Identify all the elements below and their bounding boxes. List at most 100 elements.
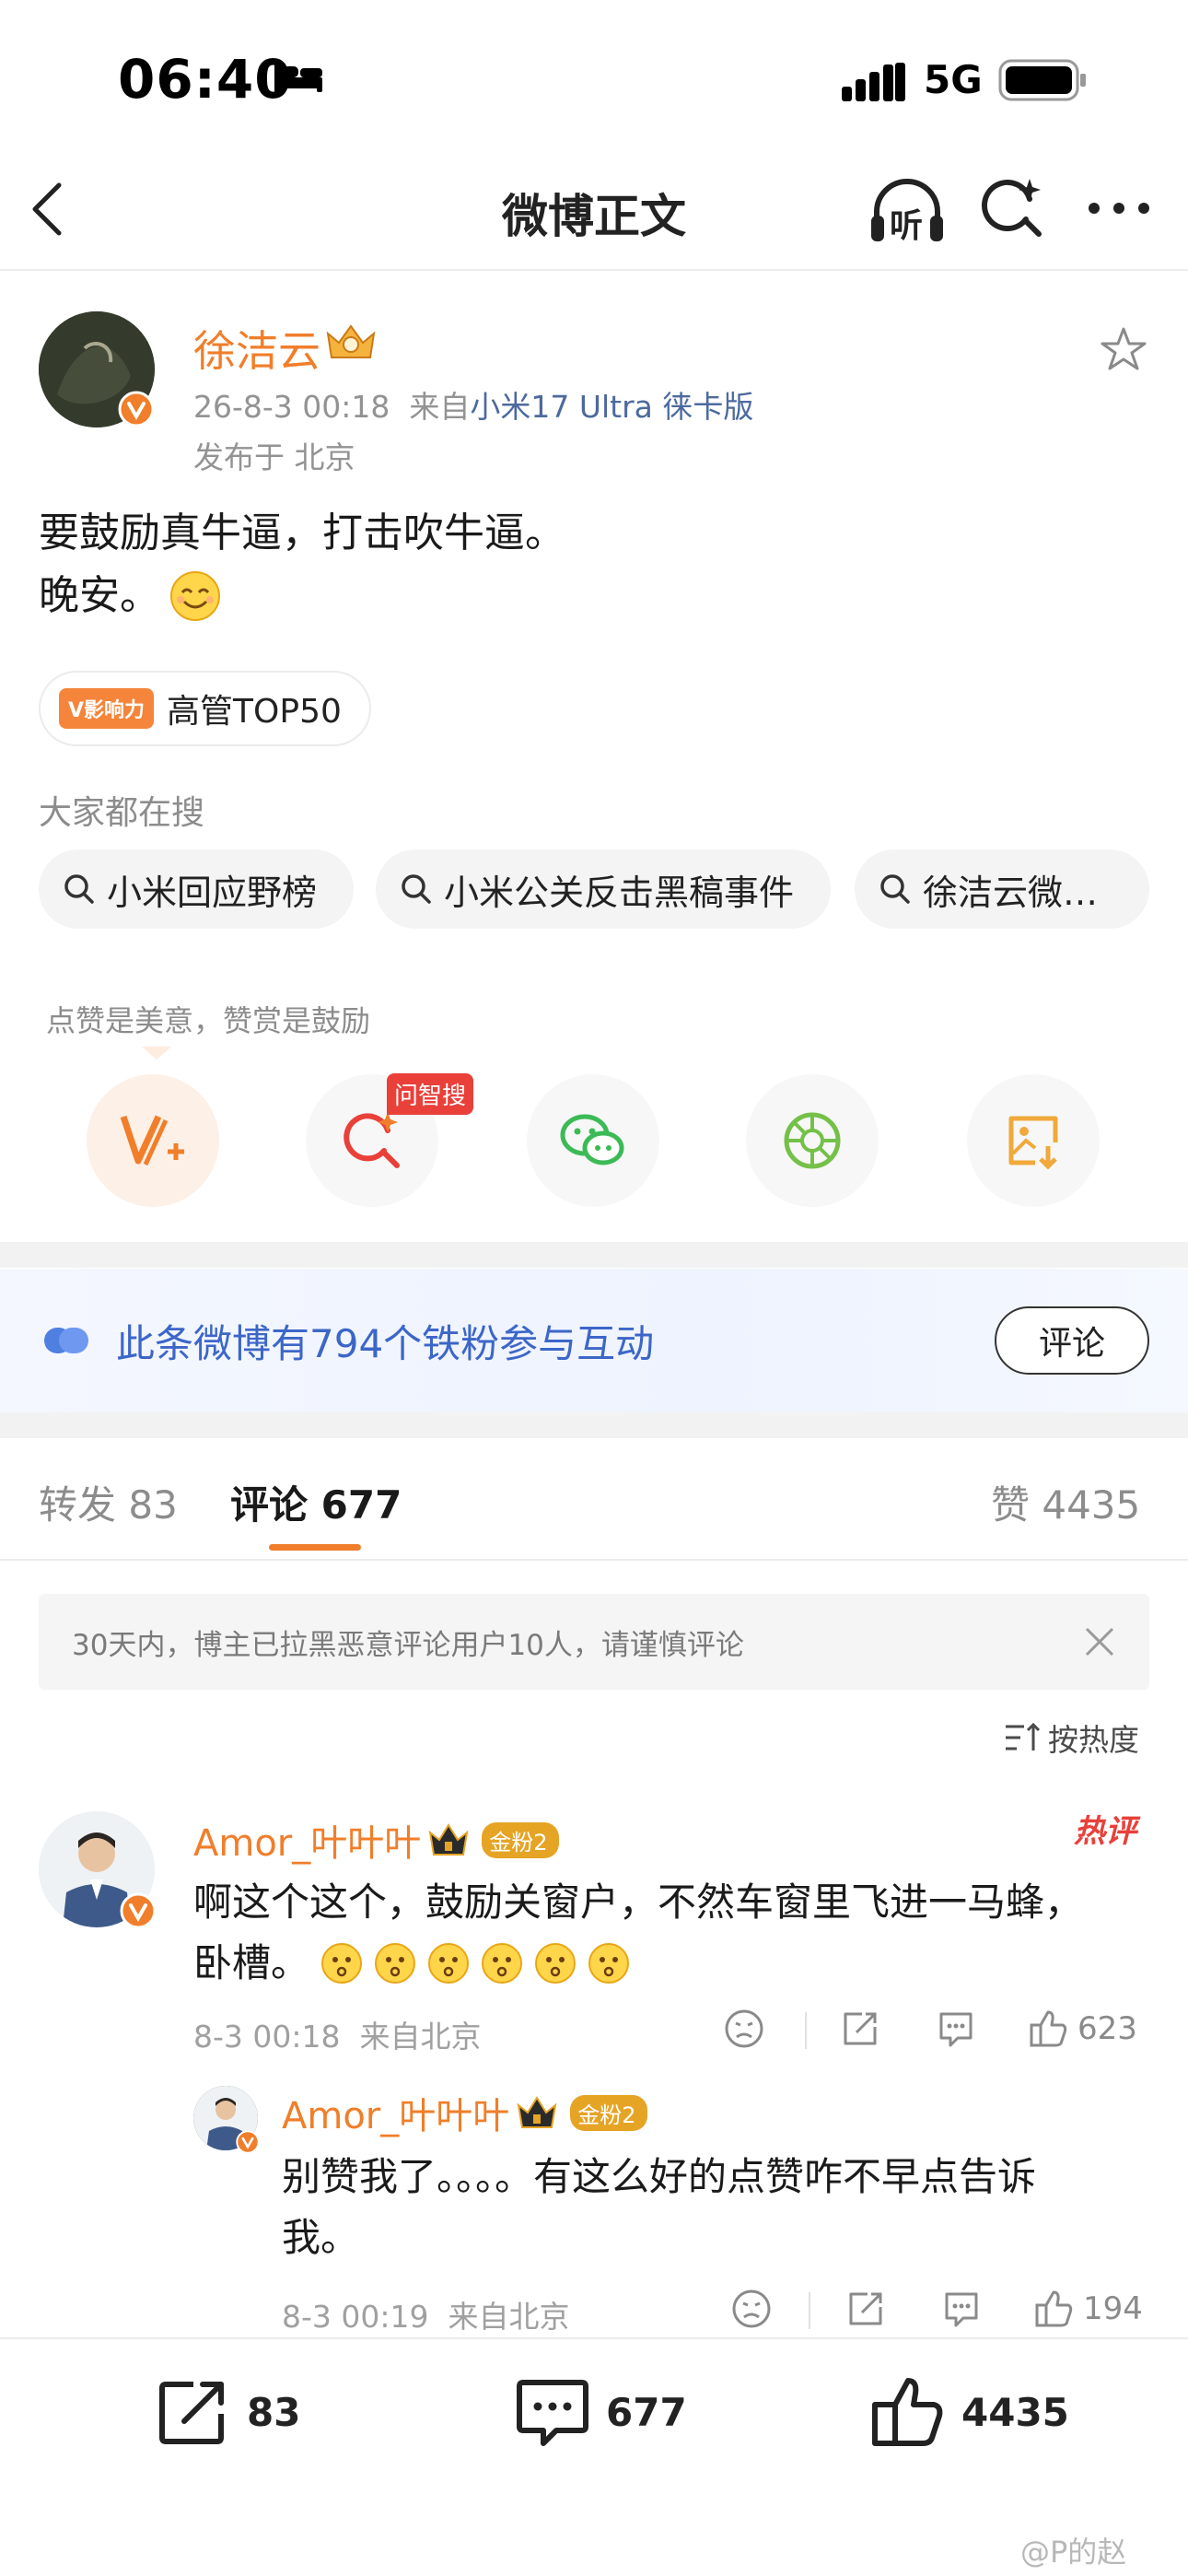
like-button[interactable]: 4435 — [871, 2377, 1069, 2447]
repost-button[interactable]: 83 — [157, 2377, 300, 2447]
trending-search-title: 大家都在搜 — [39, 794, 205, 832]
comment-meta: 8-3 00:18 来自北京 — [193, 2019, 482, 2055]
tab-like[interactable]: 赞 4435 — [991, 1474, 1140, 1530]
search-chip[interactable]: 小米公关反击黑稿事件 — [376, 849, 831, 929]
network-label: 5G — [924, 57, 983, 102]
kiss-emoji-icon — [534, 1942, 577, 1985]
reply-to-reply-button[interactable] — [941, 2289, 982, 2329]
section-divider — [0, 1242, 1188, 1268]
reward-tip: 点赞是美意，赞赏是鼓励 — [46, 1003, 371, 1038]
source-prefix: 来自 — [409, 389, 471, 425]
reward-button[interactable] — [87, 1074, 219, 1207]
save-image-button[interactable] — [967, 1074, 1100, 1207]
fan-level-badge: 金粉2 — [482, 1821, 559, 1858]
reply-like-count: 194 — [1083, 2290, 1143, 2327]
ai-search-icon[interactable] — [982, 177, 1044, 240]
listen-button[interactable]: 听 — [868, 175, 947, 247]
moments-share-button[interactable] — [746, 1074, 879, 1207]
reply-text: 别赞我了。。。。有这么好的点赞咋不早点告诉 我。 — [282, 2147, 1151, 2268]
reply-header: Amor_叶叶叶 金粉2 — [282, 2086, 647, 2139]
battery-icon — [998, 59, 1087, 101]
post-meta: 26-8-3 00:18 来自小米17 Ultra 徕卡版 — [193, 382, 753, 427]
share-reply-button[interactable] — [845, 2289, 886, 2329]
post-line-2: 晚安。 — [39, 572, 160, 619]
tabs-divider — [0, 1559, 1188, 1561]
fans-comment-button[interactable]: 评论 — [995, 1306, 1149, 1375]
action-separator — [805, 2012, 807, 2049]
bottom-action-bar — [0, 2337, 1188, 2576]
influence-tag: V影响力 — [59, 688, 155, 729]
like-comment-button[interactable]: 623 — [1028, 2008, 1137, 2049]
comment-line-1: 啊这个这个，鼓励关窗户，不然车窗里飞进一马蜂， — [193, 1879, 1084, 1925]
kiss-emoji-icon — [320, 1942, 363, 1985]
search-icon — [400, 872, 433, 906]
post-line-1: 要鼓励真牛逼，打击吹牛逼。 — [39, 509, 565, 556]
smile-emoji-icon — [169, 570, 221, 622]
tab-comment[interactable]: 评论 677 — [230, 1474, 402, 1530]
verified-badge-icon — [120, 1892, 157, 1929]
comment-button[interactable]: 677 — [516, 2377, 687, 2447]
commenter-name[interactable]: Amor_叶叶叶 — [193, 1813, 421, 1867]
reply-name[interactable]: Amor_叶叶叶 — [282, 2086, 509, 2139]
like-count: 4435 — [961, 2389, 1069, 2435]
hot-comment-badge: 热评 — [1074, 1813, 1136, 1850]
post-source[interactable]: 小米17 Ultra 徕卡版 — [470, 389, 753, 425]
more-icon[interactable] — [1087, 201, 1151, 216]
kiss-emoji-icon — [427, 1942, 470, 1985]
reply-line-1: 别赞我了。。。。有这么好的点赞咋不早点告诉 — [282, 2154, 1037, 2199]
post-location: 发布于 北京 — [193, 439, 355, 475]
search-icon — [879, 872, 912, 906]
reply-line-2: 我。 — [282, 2215, 360, 2260]
influence-label: 高管TOP50 — [167, 693, 342, 731]
favorite-star-icon[interactable] — [1100, 326, 1147, 372]
section-divider — [0, 1412, 1188, 1438]
gold-fan-crown-icon — [428, 1821, 469, 1858]
fan-level-badge: 金粉2 — [570, 2094, 647, 2131]
ai-search-badge: 问智搜 — [387, 1073, 474, 1115]
comment-like-count: 623 — [1077, 2010, 1137, 2047]
member-crown-icon — [324, 321, 378, 361]
reply-meta: 8-3 00:19 来自北京 — [282, 2299, 570, 2335]
post-content: 要鼓励真牛逼，打击吹牛逼。 晚安。 — [39, 502, 565, 627]
kiss-emoji-icon — [588, 1942, 630, 1985]
comment-count: 677 — [606, 2389, 687, 2435]
repost-count: 83 — [247, 2389, 301, 2435]
action-separator — [809, 2292, 810, 2329]
gold-fan-crown-icon — [517, 2094, 557, 2131]
comment-text: 啊这个这个，鼓励关窗户，不然车窗里飞进一马蜂， 卧槽。 — [193, 1872, 1151, 1994]
status-time: 06:40 — [118, 48, 293, 111]
wechat-share-button[interactable] — [527, 1074, 659, 1207]
nav-divider — [0, 269, 1188, 271]
search-chip-label: 小米回应野榜 — [107, 872, 318, 913]
comment-notice: 30天内，博主已拉黑恶意评论用户10人，请谨慎评论 — [39, 1594, 1149, 1690]
sort-button[interactable]: 按热度 — [1004, 1715, 1139, 1760]
search-chip-label: 小米公关反击黑稿事件 — [444, 872, 795, 913]
dislike-button[interactable] — [724, 2008, 764, 2049]
close-notice-icon[interactable] — [1083, 1625, 1116, 1658]
bed-icon — [273, 61, 324, 94]
search-icon — [63, 872, 96, 906]
fans-tag-icon — [41, 1326, 92, 1355]
signal-icon — [842, 61, 906, 101]
tab-repost[interactable]: 转发 83 — [39, 1474, 178, 1530]
comment-line-2: 卧槽。 — [193, 1940, 310, 1985]
tab-active-indicator — [269, 1544, 361, 1551]
kiss-emoji-icon — [374, 1942, 416, 1985]
like-reply-button[interactable]: 194 — [1033, 2289, 1143, 2329]
reward-tip-pointer — [142, 1047, 171, 1060]
author-name[interactable]: 徐洁云 — [193, 318, 320, 379]
search-chip[interactable]: 徐洁云微… — [855, 849, 1149, 929]
search-chip[interactable]: 小米回应野榜 — [39, 849, 354, 929]
listen-label: 听 — [890, 207, 924, 245]
comment-header: Amor_叶叶叶 金粉2 — [193, 1813, 559, 1867]
post-time: 26-8-3 00:18 — [193, 389, 390, 425]
notice-text: 30天内，博主已拉黑恶意评论用户10人，请谨慎评论 — [72, 1628, 744, 1662]
dislike-button[interactable] — [731, 2289, 772, 2329]
sort-icon — [1004, 1721, 1041, 1754]
share-comment-button[interactable] — [840, 2008, 880, 2049]
search-chip-label: 徐洁云微… — [923, 872, 1099, 913]
verified-badge-icon — [236, 2130, 260, 2154]
influence-chip[interactable]: V影响力 高管TOP50 — [39, 671, 371, 746]
watermark: @P的赵 — [1020, 2535, 1127, 2570]
reply-comment-button[interactable] — [936, 2008, 976, 2049]
